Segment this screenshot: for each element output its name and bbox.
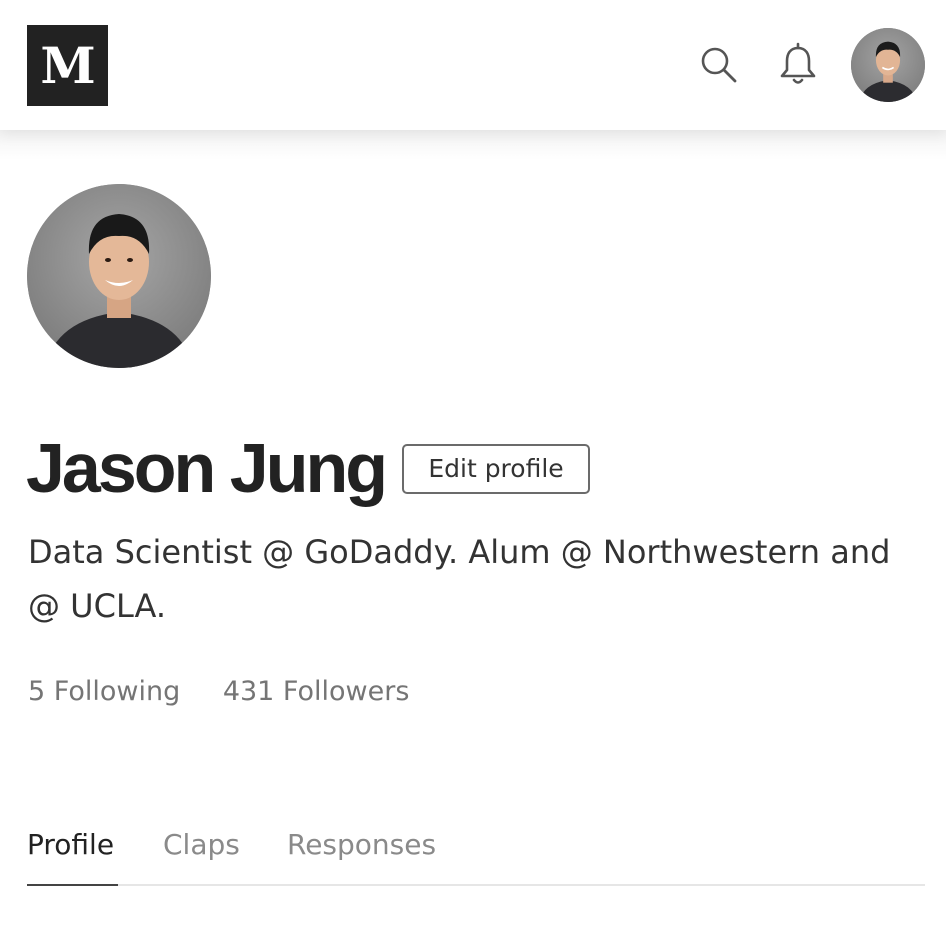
medium-logo[interactable]: M (27, 25, 108, 106)
profile-name: Jason Jung (26, 429, 388, 507)
profile-photo (27, 184, 211, 368)
profile-bio: Data Scientist @ GoDaddy. Alum @ Northwe… (28, 533, 891, 625)
top-navigation-bar: M (0, 0, 946, 130)
tab-claps[interactable]: Claps (163, 820, 240, 886)
following-link[interactable]: 5 Following (28, 676, 180, 707)
header-shadow (0, 130, 946, 160)
profile-avatar (27, 184, 211, 368)
tab-responses[interactable]: Responses (287, 820, 436, 886)
avatar-photo (851, 28, 925, 102)
tab-profile[interactable]: Profile (27, 820, 114, 886)
profile-tabs: Profile Claps Responses (27, 820, 925, 886)
user-avatar-button[interactable] (851, 28, 925, 102)
edit-profile-button[interactable]: Edit profile (402, 444, 590, 494)
search-icon[interactable] (698, 44, 740, 86)
follow-stats: 5 Following 431 Followers (28, 670, 443, 714)
active-tab-indicator (27, 884, 118, 886)
bell-icon[interactable] (777, 42, 819, 88)
followers-link[interactable]: 431 Followers (223, 676, 410, 707)
